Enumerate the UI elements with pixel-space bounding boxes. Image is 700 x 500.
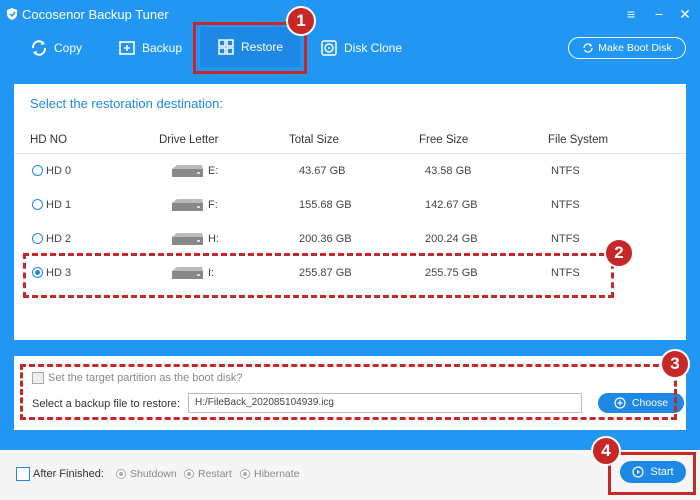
- file-system-cell: NTFS: [551, 199, 580, 211]
- after-finished-label: After Finished:: [33, 468, 104, 480]
- annotation-badge-4: 4: [591, 436, 621, 466]
- column-header-file-system: File System: [548, 134, 609, 146]
- annotation-box-options: [20, 364, 677, 420]
- column-header-drive-letter: Drive Letter: [159, 134, 219, 146]
- disk-clone-label: Disk Clone: [344, 41, 403, 55]
- panel-title: Select the restoration destination:: [30, 96, 223, 111]
- annotation-box-start: [608, 452, 696, 495]
- column-header-free-size: Free Size: [419, 134, 469, 146]
- free-size-cell: 43.58 GB: [425, 165, 472, 177]
- file-system-cell: NTFS: [551, 165, 580, 177]
- after-finished-checkbox[interactable]: [16, 467, 30, 481]
- refresh-icon: [583, 43, 593, 53]
- annotation-badge-3: 3: [660, 349, 690, 379]
- drive-letter-cell: E:: [208, 165, 219, 177]
- close-icon[interactable]: ✕: [676, 5, 694, 23]
- free-size-cell: 200.24 GB: [425, 233, 478, 245]
- backup-label: Backup: [142, 41, 183, 55]
- hd-radio[interactable]: [32, 199, 43, 210]
- drive-icon: [172, 199, 203, 211]
- column-header-hd-no: HD NO: [30, 134, 68, 146]
- make-boot-disk-button[interactable]: Make Boot Disk: [568, 37, 686, 59]
- shutdown-radio[interactable]: [116, 469, 126, 479]
- annotation-box-hd3: [23, 253, 614, 298]
- make-boot-disk-label: Make Boot Disk: [598, 42, 672, 54]
- file-system-cell: NTFS: [551, 233, 580, 245]
- backup-button[interactable]: Backup: [118, 34, 182, 62]
- hd-no-cell: HD 0: [46, 165, 72, 177]
- copy-button[interactable]: Copy: [30, 34, 82, 62]
- table-row[interactable]: HD 2 H: 200.36 GB 200.24 GB NTFS: [14, 223, 686, 257]
- total-size-cell: 43.67 GB: [299, 165, 346, 177]
- free-size-cell: 142.67 GB: [425, 199, 478, 211]
- total-size-cell: 155.68 GB: [299, 199, 352, 211]
- hd-radio[interactable]: [32, 165, 43, 176]
- minimize-icon[interactable]: −: [650, 5, 668, 23]
- destination-panel: Select the restoration destination: HD N…: [14, 84, 686, 340]
- copy-label: Copy: [54, 41, 83, 55]
- hibernate-label: Hibernate: [254, 468, 300, 480]
- disk-clone-icon: [321, 40, 337, 56]
- table-row[interactable]: HD 1 F: 155.68 GB 142.67 GB NTFS: [14, 189, 686, 223]
- drive-letter-cell: F:: [208, 199, 218, 211]
- drive-letter-cell: H:: [208, 233, 219, 245]
- title-bar: Cocosenor Backup Tuner ≡ − ✕: [0, 0, 700, 28]
- column-header-total-size: Total Size: [289, 134, 339, 146]
- hd-no-cell: HD 2: [46, 233, 72, 245]
- hibernate-radio[interactable]: [240, 469, 250, 479]
- total-size-cell: 200.36 GB: [299, 233, 352, 245]
- restart-radio[interactable]: [184, 469, 194, 479]
- hd-radio[interactable]: [32, 233, 43, 244]
- restart-label: Restart: [198, 468, 232, 480]
- shutdown-label: Shutdown: [130, 468, 177, 480]
- menu-icon[interactable]: ≡: [622, 5, 640, 23]
- app-title: Cocosenor Backup Tuner: [22, 7, 169, 22]
- drive-icon: [172, 233, 203, 245]
- hd-no-cell: HD 1: [46, 199, 72, 211]
- drive-icon: [172, 165, 203, 177]
- backup-icon: [119, 41, 135, 55]
- shield-icon: [7, 8, 17, 20]
- table-row[interactable]: HD 0 E: 43.67 GB 43.58 GB NTFS: [14, 155, 686, 189]
- copy-icon: [31, 40, 47, 56]
- disk-clone-button[interactable]: Disk Clone: [320, 34, 402, 62]
- annotation-badge-1: 1: [286, 6, 316, 36]
- annotation-badge-2: 2: [604, 238, 634, 268]
- table-header: HD NO Drive Letter Total Size Free Size …: [14, 132, 686, 154]
